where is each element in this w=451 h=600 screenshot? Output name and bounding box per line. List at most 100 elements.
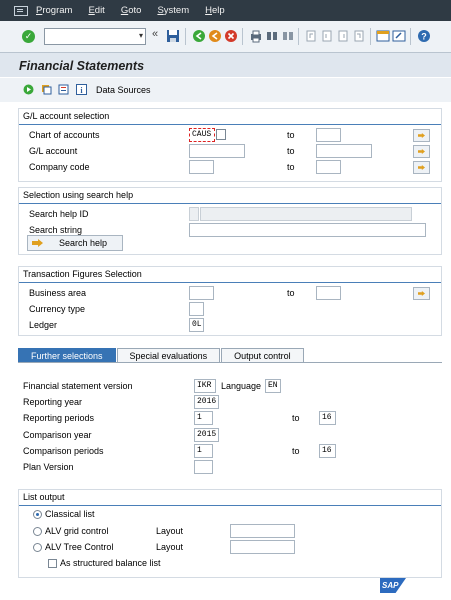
layout-label: Layout	[156, 526, 184, 536]
search-help-id-input[interactable]	[189, 207, 199, 221]
ledger-label: Ledger	[29, 320, 58, 330]
tab-output-control[interactable]: Output control	[221, 348, 304, 363]
language-input[interactable]: EN	[265, 379, 281, 393]
execute-icon[interactable]	[23, 84, 34, 95]
next-page-icon[interactable]	[336, 29, 350, 43]
currency-type-label: Currency type	[29, 304, 86, 314]
multiple-selection-button[interactable]	[413, 129, 430, 142]
toolbar-separator	[370, 28, 371, 45]
get-variant-icon[interactable]	[41, 84, 52, 95]
shortcut-icon[interactable]	[392, 29, 406, 43]
alv-tree-layout-input[interactable]	[230, 540, 295, 554]
save-icon[interactable]	[166, 29, 180, 43]
search-string-input[interactable]	[189, 223, 426, 237]
fsv-input[interactable]: IKR	[194, 379, 216, 393]
to-label: to	[287, 288, 295, 298]
menu-system[interactable]: System	[157, 5, 189, 16]
new-session-icon[interactable]	[376, 29, 390, 43]
gl-account-selection-group: G/L account selection Chart of accounts …	[18, 108, 442, 182]
previous-page-icon[interactable]	[320, 29, 334, 43]
standard-toolbar: ✓ ▾ « ?	[0, 21, 451, 53]
chevron-down-icon[interactable]: ▾	[139, 31, 143, 40]
help-icon[interactable]: ?	[417, 29, 431, 43]
gl-account-input[interactable]	[189, 144, 245, 158]
structured-balance-checkbox[interactable]	[48, 559, 57, 568]
group-title: Selection using search help	[23, 190, 134, 200]
first-page-icon[interactable]	[304, 29, 318, 43]
double-left-arrow-icon[interactable]: «	[152, 28, 166, 42]
alv-tree-radio[interactable]	[33, 543, 42, 552]
title-bar: Financial Statements	[0, 54, 451, 78]
command-field[interactable]: ▾	[44, 28, 146, 45]
reporting-periods-label: Reporting periods	[23, 413, 95, 423]
menu-bar: Program Edit Goto System Help	[0, 0, 451, 21]
comparison-year-input[interactable]: 2015	[194, 428, 219, 442]
toolbar-separator	[185, 28, 186, 45]
classical-list-label: Classical list	[45, 509, 95, 519]
comparison-periods-to-input[interactable]: 16	[319, 444, 336, 458]
comparison-year-label: Comparison year	[23, 430, 92, 440]
search-help-icon[interactable]	[216, 129, 226, 140]
classical-list-radio[interactable]	[33, 510, 42, 519]
find-next-icon[interactable]	[281, 29, 295, 43]
gl-account-to-input[interactable]	[316, 144, 372, 158]
reporting-year-input[interactable]: 2016	[194, 395, 219, 409]
group-title: List output	[23, 492, 65, 502]
group-title: Transaction Figures Selection	[23, 269, 142, 279]
alv-tree-label: ALV Tree Control	[45, 542, 114, 552]
selection-options-icon[interactable]	[58, 84, 69, 95]
group-divider	[19, 203, 441, 204]
company-code-to-input[interactable]	[316, 160, 341, 174]
company-code-input[interactable]	[189, 160, 214, 174]
group-divider	[19, 505, 441, 506]
system-menu-icon[interactable]	[14, 5, 28, 16]
gl-account-label: G/L account	[29, 146, 78, 156]
search-help-id-description	[200, 207, 412, 221]
exit-icon[interactable]	[208, 29, 222, 43]
print-icon[interactable]	[249, 29, 263, 43]
to-label: to	[292, 446, 300, 456]
reporting-year-label: Reporting year	[23, 397, 83, 407]
menu-program[interactable]: Program	[36, 5, 72, 16]
fsv-label: Financial statement version	[23, 381, 133, 391]
alv-grid-radio[interactable]	[33, 527, 42, 536]
last-page-icon[interactable]	[352, 29, 366, 43]
find-icon[interactable]	[265, 29, 279, 43]
multiple-selection-button[interactable]	[413, 287, 430, 300]
tab-further-selections[interactable]: Further selections	[18, 348, 116, 363]
chart-of-accounts-input[interactable]: CAUS	[189, 128, 215, 142]
application-toolbar: i Data Sources	[0, 78, 451, 102]
selection-screen: G/L account selection Chart of accounts …	[0, 102, 451, 600]
menu-help[interactable]: Help	[205, 5, 225, 16]
business-area-input[interactable]	[189, 286, 214, 300]
search-string-label: Search string	[29, 225, 83, 235]
chart-of-accounts-to-input[interactable]	[316, 128, 341, 142]
data-sources-button[interactable]: Data Sources	[96, 85, 151, 95]
group-divider	[19, 124, 441, 125]
search-help-id-label: Search help ID	[29, 209, 89, 219]
back-icon[interactable]	[192, 29, 206, 43]
enter-check-icon[interactable]: ✓	[22, 30, 35, 43]
comparison-periods-from-input[interactable]: 1	[194, 444, 213, 458]
company-code-label: Company code	[29, 162, 90, 172]
currency-type-input[interactable]	[189, 302, 204, 316]
info-icon[interactable]: i	[76, 84, 87, 95]
business-area-to-input[interactable]	[316, 286, 341, 300]
arrow-right-icon	[32, 239, 43, 247]
tab-special-evaluations[interactable]: Special evaluations	[116, 348, 221, 363]
ledger-input[interactable]: 0L	[189, 318, 204, 332]
reporting-periods-from-input[interactable]: 1	[194, 411, 213, 425]
menu-edit[interactable]: Edit	[88, 5, 104, 16]
multiple-selection-button[interactable]	[413, 161, 430, 174]
reporting-periods-to-input[interactable]: 16	[319, 411, 336, 425]
multiple-selection-button[interactable]	[413, 145, 430, 158]
language-label: Language	[221, 381, 262, 391]
search-help-button[interactable]: Search help	[27, 235, 123, 251]
plan-version-label: Plan Version	[23, 462, 74, 472]
plan-version-input[interactable]	[194, 460, 213, 474]
menu-goto[interactable]: Goto	[121, 5, 142, 16]
to-label: to	[287, 130, 295, 140]
alv-grid-layout-input[interactable]	[230, 524, 295, 538]
tab-divider	[18, 362, 442, 363]
cancel-icon[interactable]	[224, 29, 238, 43]
